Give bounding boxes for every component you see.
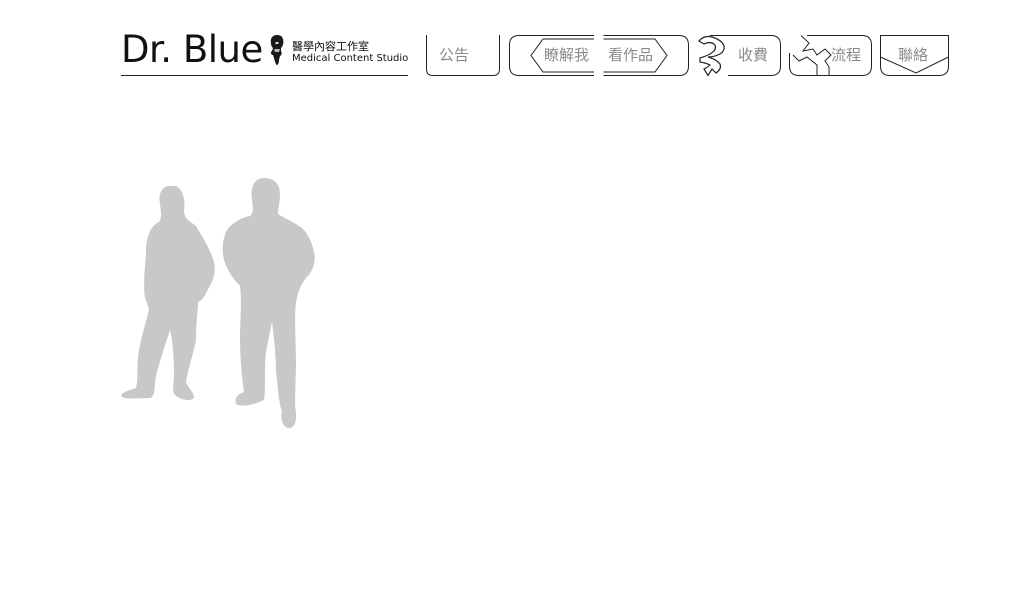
two-people-silhouette <box>121 178 315 428</box>
doctor-portrait-icon <box>270 35 284 65</box>
nav-about-label: 瞭解我 <box>544 46 590 64</box>
nav-contact-button[interactable]: 聯絡 <box>880 35 949 76</box>
man-silhouette <box>222 178 315 428</box>
nav-contact-label: 聯絡 <box>898 46 929 64</box>
logo-title: Dr. Blue <box>121 28 263 71</box>
nav-announcements-label: 公告 <box>439 46 470 64</box>
site-logo[interactable]: Dr. Blue 醫學內容工作室 Medical Content Studio <box>121 28 408 76</box>
logo-subtitle-chinese: 醫學內容工作室 <box>292 40 369 53</box>
nav-portfolio-button[interactable]: 看作品 <box>603 35 689 76</box>
nav-announcements-button[interactable]: 公告 <box>426 35 500 76</box>
nav-pricing-label: 收費 <box>738 46 769 64</box>
nav-pricing-button[interactable]: 收費 <box>698 35 781 77</box>
woman-silhouette <box>121 186 215 401</box>
nav-portfolio-label: 看作品 <box>608 46 654 64</box>
nav-process-label: 流程 <box>831 46 862 64</box>
nav-about-button[interactable]: 瞭解我 <box>509 35 595 76</box>
page: Dr. Blue 醫學內容工作室 Medical Content Studio … <box>0 0 1024 600</box>
nav-process-button[interactable]: 流程 <box>789 35 872 76</box>
logo-subtitle-english: Medical Content Studio <box>292 53 409 64</box>
